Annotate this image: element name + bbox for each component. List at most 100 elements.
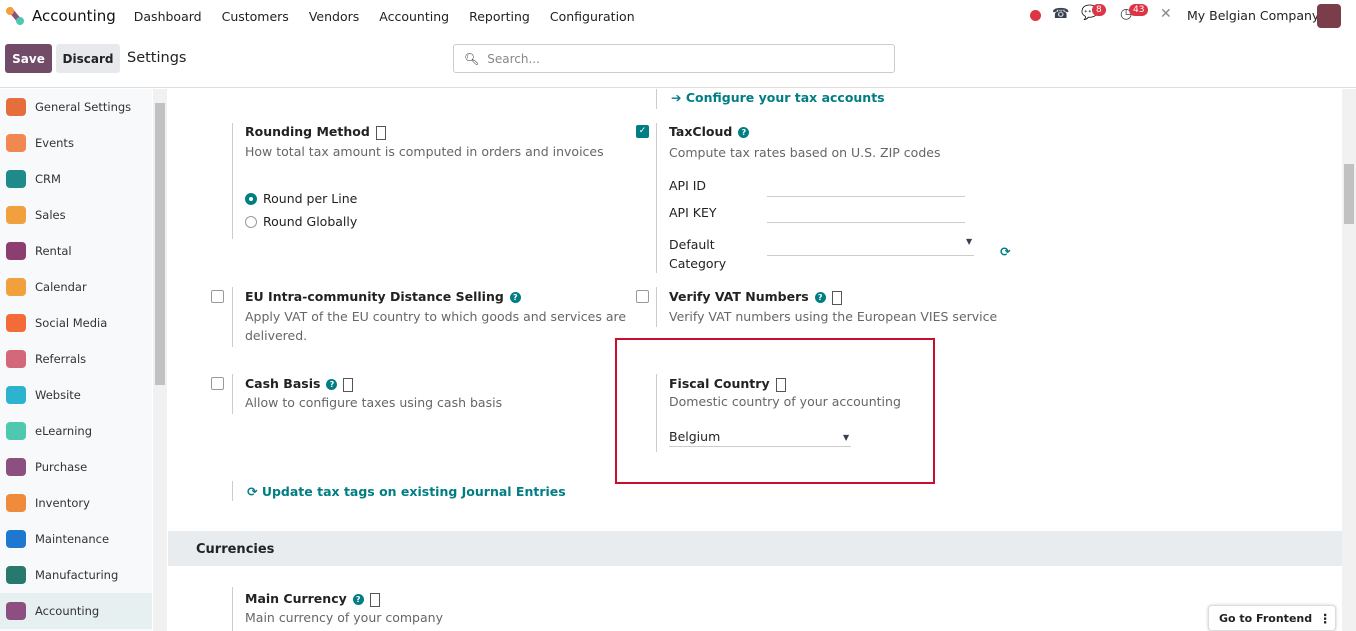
company-building-icon (343, 377, 354, 392)
sidebar-item-sales[interactable]: Sales (0, 197, 152, 233)
round-per-line-radio[interactable] (245, 193, 257, 205)
sidebar-item-label: Social Media (35, 316, 108, 330)
fiscal-country-select[interactable]: Belgium (669, 429, 720, 444)
menu-configuration[interactable]: Configuration (550, 9, 635, 24)
currencies-section-header: Currencies (168, 531, 1342, 566)
api-key-input[interactable] (767, 222, 965, 223)
general-settings-app-icon (6, 98, 26, 116)
sidebar-scrollbar[interactable] (153, 89, 167, 631)
cash-basis-desc: Allow to configure taxes using cash basi… (245, 395, 503, 410)
configure-tax-accounts-label: Configure your tax accounts (685, 90, 885, 105)
go-to-frontend-button[interactable]: Go to Frontend (1219, 612, 1312, 625)
sidebar-item-website[interactable]: Website (0, 377, 152, 413)
main-menu: Dashboard Customers Vendors Accounting Repor… (134, 9, 655, 24)
sidebar-item-label: Maintenance (35, 532, 110, 546)
menu-customers[interactable]: Customers (222, 9, 289, 24)
sidebar-item-rental[interactable]: Rental (0, 233, 152, 269)
main-currency-title-text: Main Currency (245, 591, 347, 606)
search-box[interactable]: 🔍︎ Search... (453, 44, 895, 73)
main-currency-desc: Main currency of your company (245, 610, 443, 625)
api-key-label: API KEY (669, 205, 717, 220)
chevron-down-icon: ▼ (843, 433, 850, 442)
sidebar-item-label: Inventory (35, 496, 90, 510)
sidebar-item-calendar[interactable]: Calendar (0, 269, 152, 305)
taxcloud-checkbox[interactable]: ✓ (636, 125, 649, 138)
rental-app-icon (6, 242, 26, 260)
rounding-method-title: Rounding Method (245, 124, 386, 140)
update-tax-tags-link[interactable]: ⟳ Update tax tags on existing Journal En… (247, 484, 566, 499)
app-brand[interactable]: Accounting (6, 6, 116, 26)
website-app-icon (6, 386, 26, 404)
sidebar-item-maintenance[interactable]: Maintenance (0, 521, 152, 557)
menu-dashboard[interactable]: Dashboard (134, 9, 202, 24)
sidebar-item-inventory[interactable]: Inventory (0, 485, 152, 521)
discard-button[interactable]: Discard (56, 44, 120, 73)
sidebar-item-label: Accounting (35, 604, 100, 618)
update-tax-tags-label: Update tax tags on existing Journal Entr… (261, 484, 566, 499)
phone-icon[interactable]: ☎ (1052, 6, 1069, 22)
verify-vat-checkbox[interactable] (636, 290, 649, 303)
sidebar-item-label: Rental (35, 244, 72, 258)
chevron-down-icon: ▼ (966, 237, 973, 246)
company-building-icon (375, 125, 386, 140)
api-id-input[interactable] (767, 196, 965, 197)
taxcloud-title: TaxCloud? (669, 124, 750, 139)
default-category-select[interactable] (767, 255, 974, 256)
sidebar-item-accounting[interactable]: Accounting (0, 593, 152, 629)
recording-status-icon[interactable] (1030, 10, 1041, 21)
help-icon[interactable]: ? (326, 379, 338, 390)
fiscal-country-underline (669, 446, 851, 447)
configure-tax-accounts-link[interactable]: ➔ Configure your tax accounts (671, 90, 885, 105)
help-icon[interactable]: ? (814, 292, 826, 303)
eu-desc-1: Apply VAT of the EU country to which goo… (245, 309, 627, 324)
crm-app-icon (6, 170, 26, 188)
search-icon: 🔍︎ (464, 51, 480, 66)
events-app-icon (6, 134, 26, 152)
sidebar-item-label: eLearning (35, 424, 93, 438)
verify-vat-desc: Verify VAT numbers using the European VI… (669, 309, 998, 324)
sidebar-item-purchase[interactable]: Purchase (0, 449, 152, 485)
sidebar-item-label: Purchase (35, 460, 88, 474)
page-title: Settings (127, 50, 187, 66)
sidebar-item-referrals[interactable]: Referrals (0, 341, 152, 377)
menu-reporting[interactable]: Reporting (469, 9, 530, 24)
sidebar-item-manufacturing[interactable]: Manufacturing (0, 557, 152, 593)
user-avatar[interactable] (1317, 4, 1341, 28)
help-icon[interactable]: ? (738, 127, 750, 138)
sidebar-item-label: Website (35, 388, 81, 402)
content-scrollbar[interactable] (1342, 89, 1356, 631)
round-globally-label: Round Globally (263, 214, 358, 229)
sidebar-item-general-settings[interactable]: General Settings (0, 89, 152, 125)
round-globally-radio[interactable] (245, 216, 257, 228)
sidebar-item-elearning[interactable]: eLearning (0, 413, 152, 449)
eu-desc-2: delivered. (245, 328, 308, 343)
menu-vendors[interactable]: Vendors (309, 9, 359, 24)
sidebar-item-crm[interactable]: CRM (0, 161, 152, 197)
purchase-app-icon (6, 458, 26, 476)
eu-distance-selling-checkbox[interactable] (211, 290, 224, 303)
verify-vat-title: Verify VAT Numbers? (669, 289, 842, 305)
app-title: Accounting (32, 7, 116, 25)
taxcloud-desc: Compute tax rates based on U.S. ZIP code… (669, 145, 941, 160)
help-icon[interactable]: ? (509, 292, 521, 303)
sales-app-icon (6, 206, 26, 224)
sidebar-item-events[interactable]: Events (0, 125, 152, 161)
tools-icon[interactable]: ✕ (1160, 6, 1172, 22)
eu-title-text: EU Intra-community Distance Selling (245, 289, 504, 304)
highlight-box (615, 338, 935, 484)
save-button[interactable]: Save (5, 44, 52, 73)
inventory-app-icon (6, 494, 26, 512)
sidebar-item-label: General Settings (35, 100, 132, 114)
more-options-icon[interactable]: ⋮ (1319, 611, 1332, 626)
sidebar-item-social-media[interactable]: Social Media (0, 305, 152, 341)
sidebar-item-label: Events (35, 136, 74, 150)
search-input[interactable]: Search... (487, 52, 540, 66)
help-icon[interactable]: ? (352, 594, 364, 605)
sidebar-item-label: Referrals (35, 352, 87, 366)
maintenance-app-icon (6, 530, 26, 548)
company-building-icon (775, 377, 786, 392)
refresh-icon[interactable]: ⟳ (1000, 244, 1010, 259)
menu-accounting[interactable]: Accounting (379, 9, 449, 24)
cash-basis-checkbox[interactable] (211, 377, 224, 390)
company-switcher[interactable]: My Belgian Company (1187, 8, 1319, 23)
